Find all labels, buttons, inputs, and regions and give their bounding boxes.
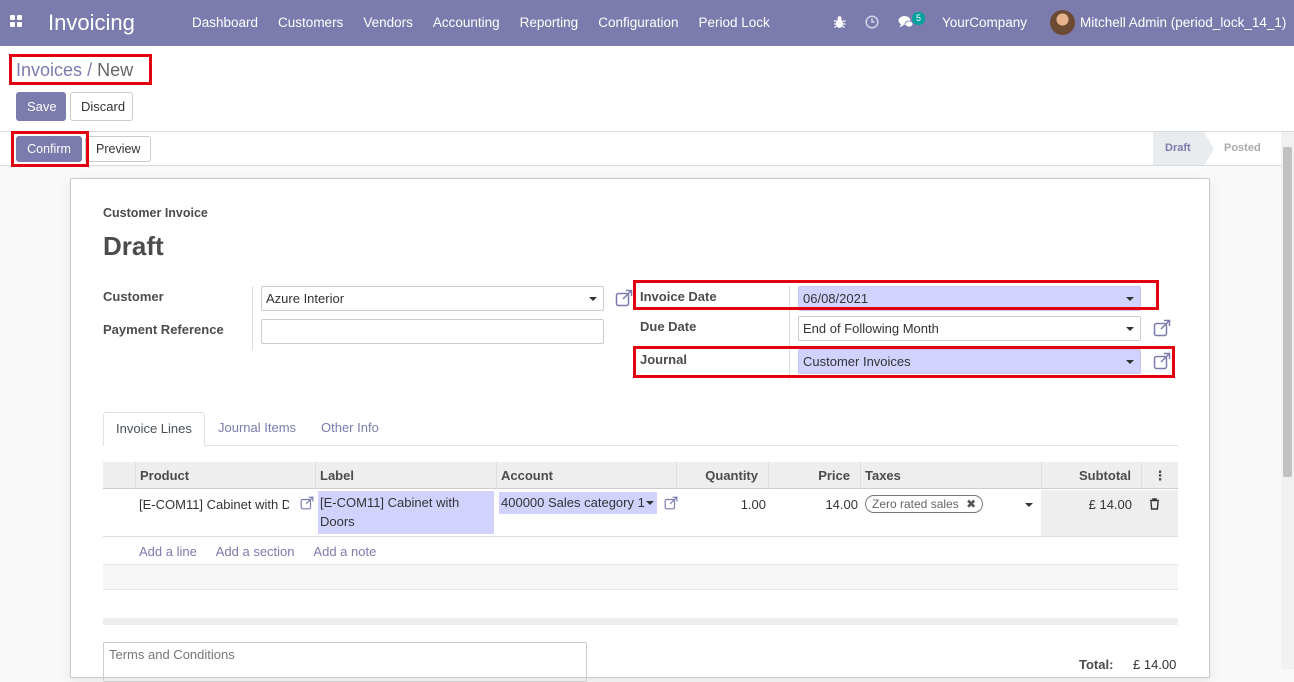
total-value: £ 14.00: [1133, 657, 1177, 672]
external-link-icon[interactable]: [1153, 352, 1171, 370]
row-label[interactable]: [E-COM11] Cabinet with Doors: [318, 491, 494, 534]
row-account-value: 400000 Sales category 1: [501, 495, 645, 510]
remove-tag-icon[interactable]: ✖: [966, 497, 976, 511]
menu-period-lock[interactable]: Period Lock: [689, 0, 780, 46]
company-switcher[interactable]: YourCompany: [942, 0, 1027, 46]
total-label: Total:: [1079, 657, 1114, 672]
user-menu[interactable]: Mitchell Admin (period_lock_14_1): [1080, 0, 1286, 46]
customer-value: Azure Interior: [266, 291, 345, 306]
notebook-tabs: Invoice Lines Journal Items Other Info: [103, 412, 1178, 446]
message-count-badge: 5: [912, 12, 926, 25]
menu-dashboard[interactable]: Dashboard: [182, 0, 268, 46]
col-product[interactable]: Product: [135, 462, 315, 489]
payment-reference-label: Payment Reference: [103, 322, 224, 337]
control-panel: Invoices / New Save Discard: [0, 46, 1294, 132]
top-navbar: Invoicing Dashboard Customers Vendors Ac…: [0, 0, 1294, 46]
discard-button[interactable]: Discard: [70, 92, 133, 121]
invoice-lines-header: Product Label Account Quantity Price Tax…: [103, 462, 1178, 489]
col-subtotal[interactable]: Subtotal: [1041, 462, 1141, 489]
row-subtotal: £ 14.00: [1088, 497, 1132, 512]
main-menu: Dashboard Customers Vendors Accounting R…: [182, 0, 780, 46]
chevron-down-icon[interactable]: [1025, 503, 1033, 507]
add-note-link[interactable]: Add a note: [313, 544, 376, 559]
menu-configuration[interactable]: Configuration: [588, 0, 688, 46]
external-link-icon[interactable]: [1153, 319, 1171, 337]
add-links: Add a line Add a section Add a note: [139, 544, 392, 559]
invoice-date-label: Invoice Date: [640, 289, 717, 304]
apps-menu-icon[interactable]: [10, 15, 23, 28]
terms-field[interactable]: Terms and Conditions: [103, 642, 587, 682]
chevron-down-icon: [1126, 297, 1134, 301]
status-bar: Confirm Preview Draft Posted: [0, 132, 1294, 166]
row-label-line2: Doors: [320, 514, 355, 529]
invoice-type-label: Customer Invoice: [103, 206, 208, 220]
journal-label: Journal: [640, 352, 687, 367]
bug-icon[interactable]: [833, 15, 846, 29]
trash-icon[interactable]: [1149, 498, 1160, 510]
row-subtotal-cell: £ 14.00: [1041, 490, 1178, 536]
app-name: Invoicing: [48, 10, 135, 35]
tab-other-info[interactable]: Other Info: [309, 412, 391, 446]
stage-posted[interactable]: Posted: [1212, 132, 1282, 165]
tax-tag: Zero rated sales ✖: [865, 495, 984, 513]
row-price[interactable]: 14.00: [768, 497, 858, 512]
column-options-icon[interactable]: ⋮: [1141, 462, 1178, 489]
chevron-down-icon: [646, 501, 654, 505]
breadcrumb-invoices[interactable]: Invoices: [16, 60, 82, 80]
tax-tag-label: Zero rated sales: [872, 497, 959, 511]
avatar[interactable]: [1050, 10, 1075, 35]
add-line-link[interactable]: Add a line: [139, 544, 197, 559]
invoice-form-sheet: Customer Invoice Draft Customer Payment …: [70, 178, 1210, 682]
terms-placeholder: Terms and Conditions: [109, 647, 235, 662]
table-row[interactable]: [E-COM11] Cabinet with Do [E-COM11] Cabi…: [103, 490, 1178, 537]
menu-accounting[interactable]: Accounting: [423, 0, 510, 46]
col-taxes[interactable]: Taxes: [860, 462, 1041, 489]
stage-draft: Draft: [1153, 132, 1204, 165]
save-button[interactable]: Save: [16, 92, 66, 121]
group-divider: [252, 286, 253, 350]
menu-reporting[interactable]: Reporting: [510, 0, 589, 46]
tab-invoice-lines[interactable]: Invoice Lines: [103, 412, 205, 446]
customer-label: Customer: [103, 289, 164, 304]
due-date-label: Due Date: [640, 319, 697, 334]
menu-customers[interactable]: Customers: [268, 0, 353, 46]
row-label-line1: [E-COM11] Cabinet with: [320, 495, 460, 510]
journal-field[interactable]: Customer Invoices: [798, 349, 1141, 374]
breadcrumb-current: New: [97, 60, 134, 80]
row-quantity[interactable]: 1.00: [676, 497, 766, 512]
empty-row: [103, 564, 1178, 590]
chevron-down-icon: [1126, 327, 1134, 331]
due-date-value: End of Following Month: [803, 321, 939, 336]
customer-field[interactable]: Azure Interior: [261, 286, 604, 311]
scrollbar-thumb[interactable]: [1283, 147, 1292, 477]
tab-journal-items[interactable]: Journal Items: [206, 412, 308, 446]
preview-button[interactable]: Preview: [85, 136, 151, 162]
breadcrumb: Invoices / New: [16, 60, 133, 81]
due-date-field[interactable]: End of Following Month: [798, 316, 1141, 341]
col-price[interactable]: Price: [768, 462, 860, 489]
external-link-icon[interactable]: [300, 496, 314, 510]
col-account[interactable]: Account: [496, 462, 676, 489]
invoice-date-value: 06/08/2021: [803, 291, 869, 306]
add-section-link[interactable]: Add a section: [216, 544, 295, 559]
group-divider-right: [789, 286, 790, 380]
invoice-state-title: Draft: [103, 231, 164, 261]
invoice-date-field[interactable]: 06/08/2021: [798, 286, 1141, 311]
table-footer: [103, 618, 1178, 625]
clock-icon[interactable]: [865, 15, 879, 29]
menu-vendors[interactable]: Vendors: [353, 0, 423, 46]
col-quantity[interactable]: Quantity: [676, 462, 768, 489]
external-link-icon[interactable]: [615, 289, 633, 307]
chevron-down-icon: [589, 297, 597, 301]
confirm-button[interactable]: Confirm: [16, 136, 82, 162]
breadcrumb-separator: /: [87, 60, 93, 80]
payment-reference-input[interactable]: [261, 319, 604, 344]
row-account[interactable]: 400000 Sales category 1: [499, 492, 657, 514]
journal-value: Customer Invoices: [803, 354, 911, 369]
row-product[interactable]: [E-COM11] Cabinet with Do: [139, 497, 289, 512]
chevron-down-icon: [1126, 360, 1134, 364]
col-label[interactable]: Label: [315, 462, 496, 489]
